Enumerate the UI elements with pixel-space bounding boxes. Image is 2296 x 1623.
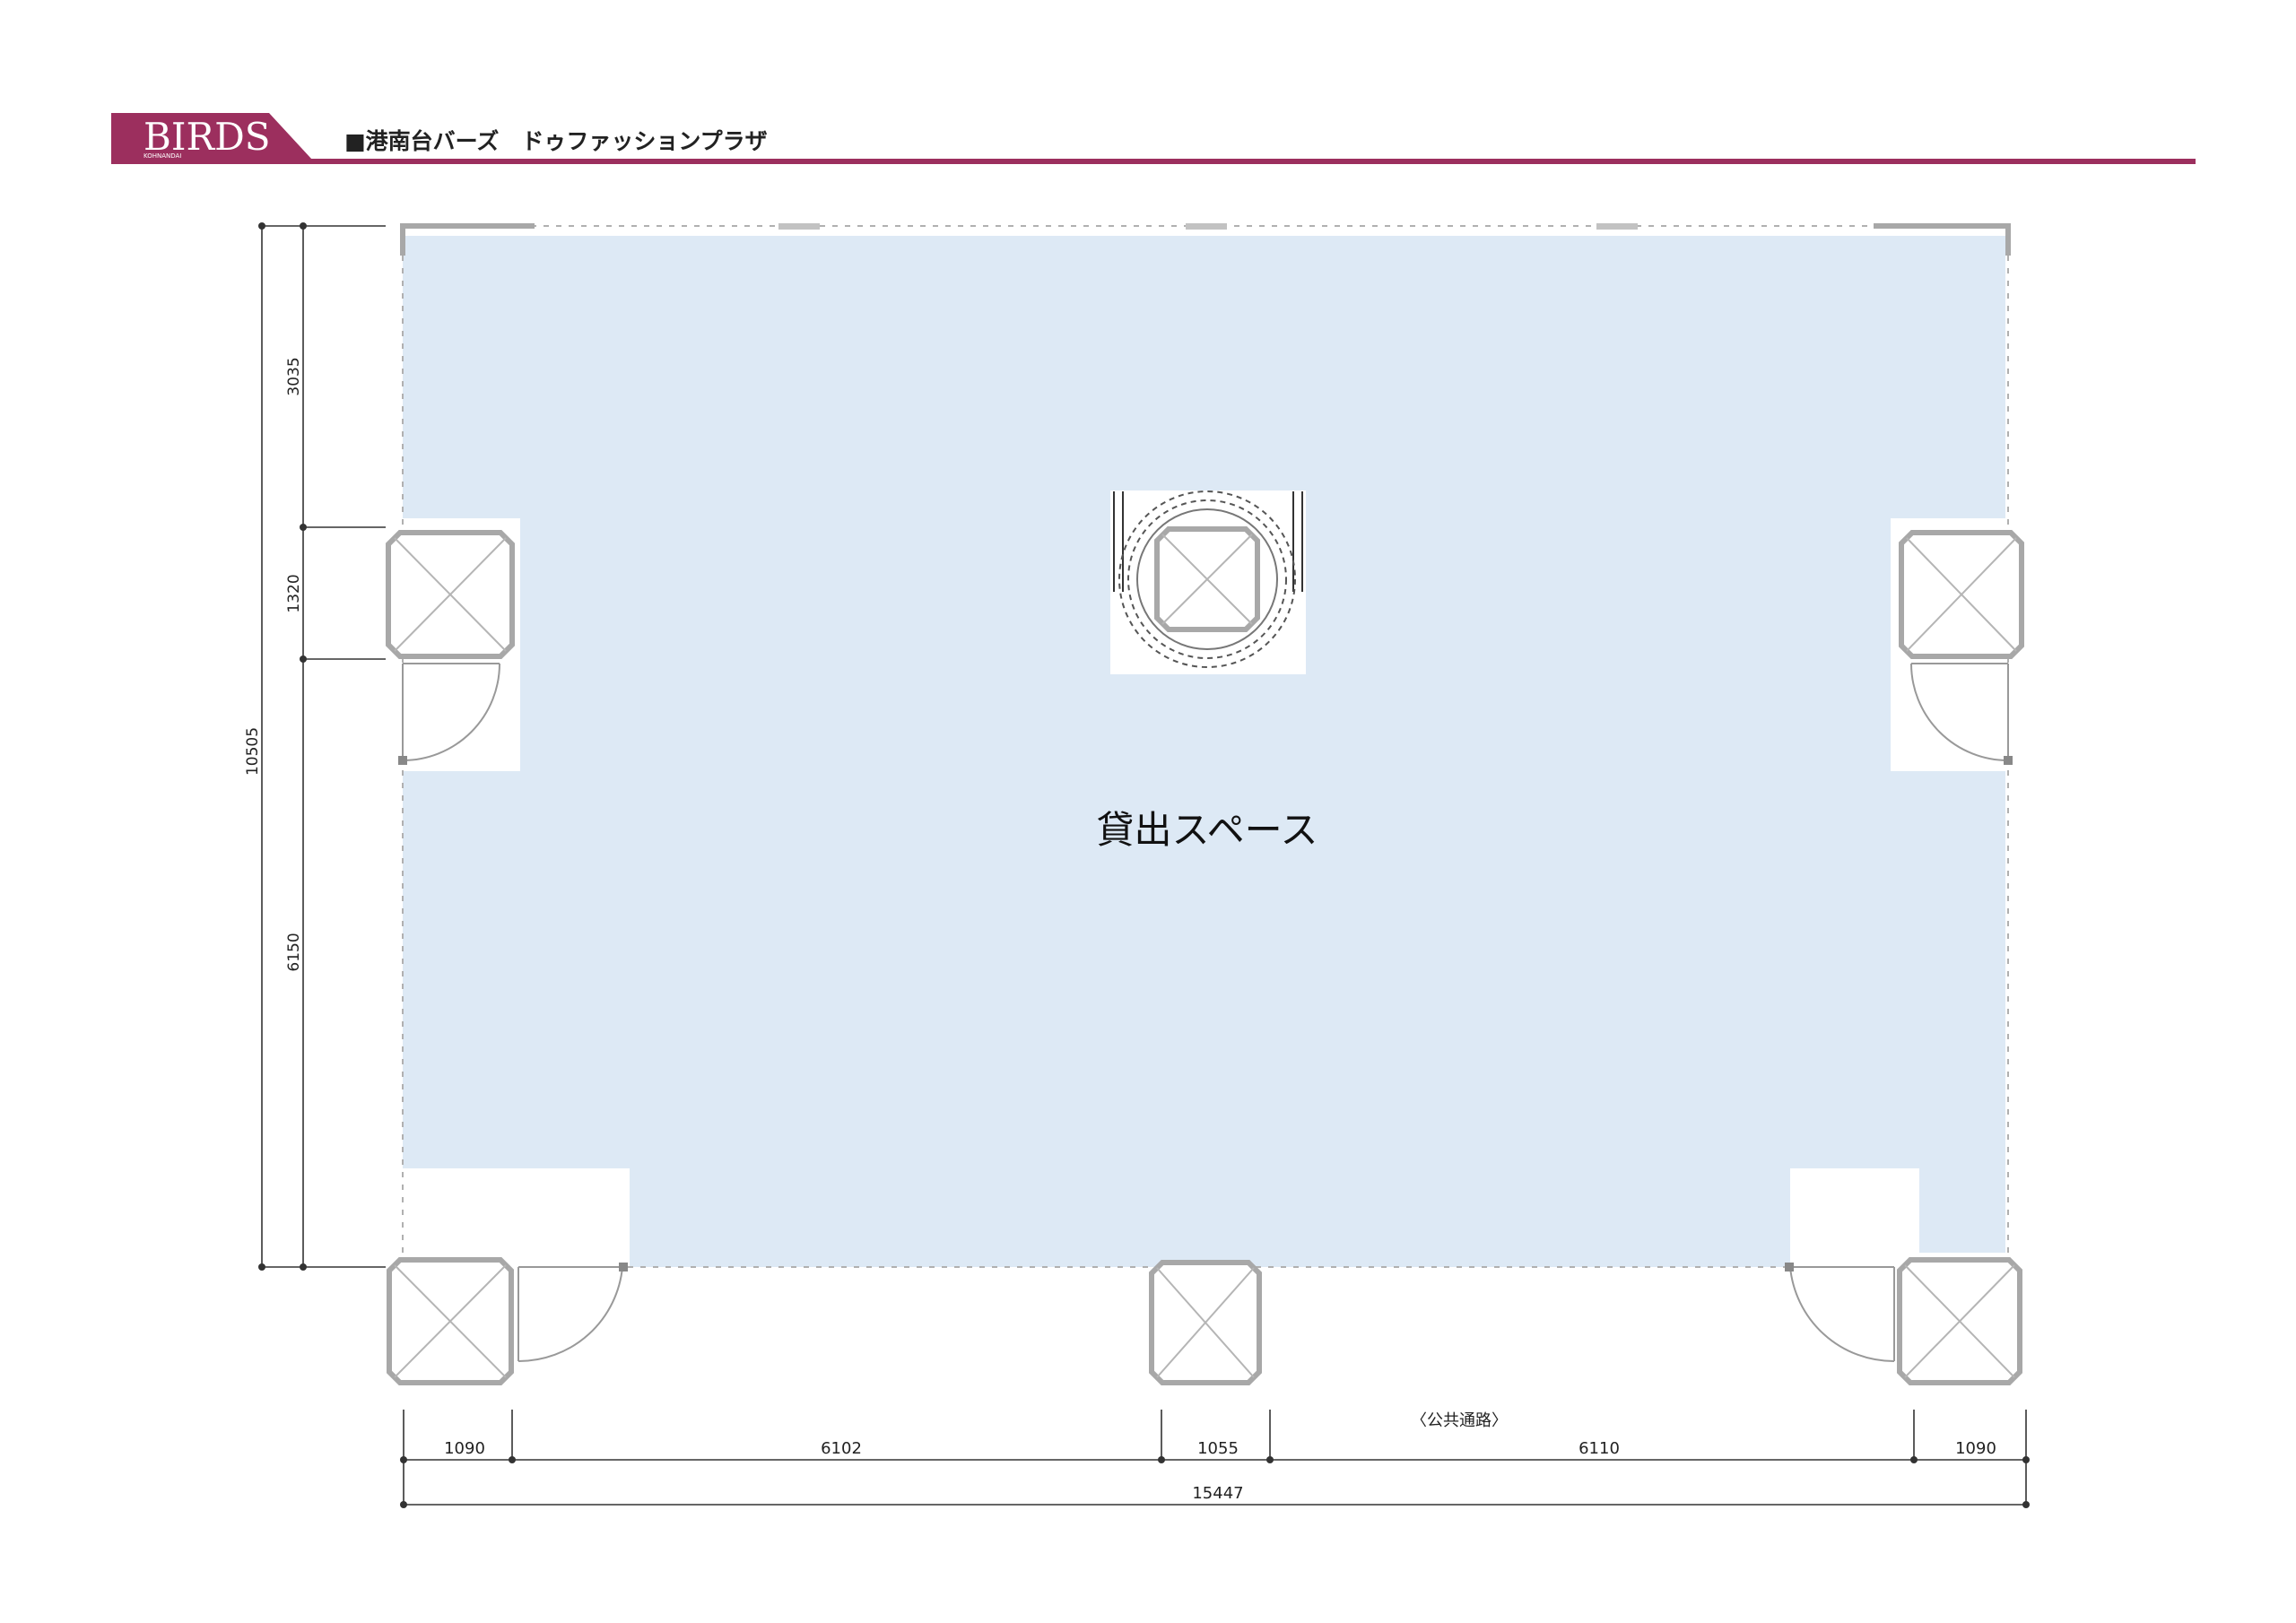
window-frame-2 xyxy=(1186,223,1227,230)
dim-left-total: 10505 xyxy=(244,727,262,776)
rental-floor-area xyxy=(403,236,2005,1267)
pillar-icon xyxy=(1899,530,2024,659)
door-swing-icon xyxy=(517,1263,628,1363)
pillar-icon xyxy=(387,1257,514,1385)
left-dimensions: 10505 3035 1320 6150 xyxy=(244,222,386,1271)
pillar-icon xyxy=(1149,1260,1262,1385)
dim-bottom-segment-2: 6102 xyxy=(821,1439,862,1458)
dim-left-segment-3: 6150 xyxy=(285,933,303,971)
header-rule xyxy=(111,159,2196,164)
dim-bottom-segment-1: 1090 xyxy=(444,1439,485,1458)
door-swing-icon xyxy=(1785,1263,1895,1363)
dim-bottom-total: 15447 xyxy=(1192,1484,1243,1503)
page-title: ■港南台バーズ ドゥファッションプラザ xyxy=(344,128,768,154)
room-label: 貸出スペース xyxy=(1097,808,1318,852)
window-frame-1 xyxy=(778,223,820,230)
dim-bottom-segment-4: 6110 xyxy=(1578,1439,1620,1458)
dim-left-segment-1: 3035 xyxy=(285,357,303,395)
floor-plan: BIRDS KOHNANDAI ■港南台バーズ ドゥファッションプラザ 貸出スペ… xyxy=(111,113,2196,1508)
window-frame-3 xyxy=(1596,223,1638,230)
dim-bottom-segment-5: 1090 xyxy=(1955,1439,1996,1458)
corridor-label: 〈公共通路〉 xyxy=(1411,1411,1508,1430)
dim-left-segment-2: 1320 xyxy=(285,574,303,612)
dim-bottom-segment-3: 1055 xyxy=(1197,1439,1239,1458)
bottom-dimensions: 1090 6102 1055 6110 1090 15447 xyxy=(400,1410,2030,1508)
brand-logo-subtext: KOHNANDAI xyxy=(144,152,181,160)
pillar-icon xyxy=(1897,1257,2022,1385)
pillar-icon xyxy=(386,530,515,659)
header: BIRDS KOHNANDAI ■港南台バーズ ドゥファッションプラザ xyxy=(111,113,2196,164)
